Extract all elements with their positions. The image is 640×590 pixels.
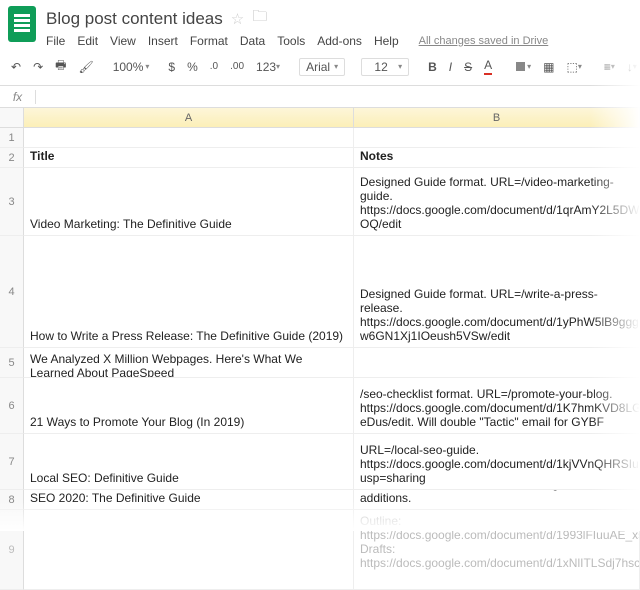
cell[interactable]: We Analyzed X Million Webpages. Here's W… <box>24 348 354 378</box>
italic-button[interactable]: I <box>446 58 455 76</box>
borders-icon[interactable]: ▦ <box>540 58 557 76</box>
valign-icon[interactable]: ↓▾ <box>624 58 640 76</box>
menu-insert[interactable]: Insert <box>148 34 178 48</box>
row-header[interactable]: 5 <box>0 348 24 378</box>
menu-data[interactable]: Data <box>240 34 265 48</box>
row-header[interactable]: 4 <box>0 236 24 348</box>
cell[interactable]: URL=/local-seo-guide. https://docs.googl… <box>354 434 640 490</box>
spreadsheet-grid: A B 1 2 Title Notes 3 Video Marketing: T… <box>0 108 640 590</box>
menu-edit[interactable]: Edit <box>77 34 98 48</box>
menu-format[interactable]: Format <box>190 34 228 48</box>
menubar: File Edit View Insert Format Data Tools … <box>46 34 632 48</box>
menu-view[interactable]: View <box>110 34 136 48</box>
halign-icon[interactable]: ≡▾ <box>601 58 618 76</box>
cell[interactable] <box>24 510 354 590</box>
row-header[interactable]: 3 <box>0 168 24 236</box>
zoom-select[interactable]: 100%▾ <box>113 60 150 74</box>
select-all-corner[interactable] <box>0 108 24 128</box>
fill-color-icon[interactable]: ▾ <box>511 58 534 75</box>
row-header[interactable]: 8 <box>0 490 24 510</box>
font-select[interactable]: Arial▾ <box>299 58 345 76</box>
cell[interactable]: Designed Guide format. URL=/video-market… <box>354 168 640 236</box>
doc-title[interactable]: Blog post content ideas <box>46 9 223 29</box>
number-format-button[interactable]: 123▾ <box>253 58 283 76</box>
formula-bar: fx <box>0 86 640 108</box>
strikethrough-button[interactable]: S <box>461 58 475 76</box>
text-color-button[interactable]: A <box>481 56 495 77</box>
column-header-a[interactable]: A <box>24 108 354 128</box>
fx-label: fx <box>0 90 36 104</box>
cell[interactable]: SEO 2020: The Definitive Guide <box>24 490 354 510</box>
merge-icon[interactable]: ⬚▾ <box>564 58 585 76</box>
menu-tools[interactable]: Tools <box>277 34 305 48</box>
cell[interactable] <box>24 128 354 148</box>
cell[interactable]: Outline: https://docs.google.com/documen… <box>354 510 640 590</box>
cell[interactable] <box>354 348 640 378</box>
cell[interactable]: 21 Ways to Promote Your Blog (In 2019) <box>24 378 354 434</box>
save-status: All changes saved in Drive <box>419 35 549 47</box>
row-header[interactable]: 6 <box>0 378 24 434</box>
font-size-select[interactable]: 12▾ <box>361 58 409 76</box>
row-header[interactable]: 9 <box>0 510 24 590</box>
currency-button[interactable]: $ <box>165 58 178 76</box>
row-header[interactable]: 1 <box>0 128 24 148</box>
cell[interactable]: Relaunch. See notes below on changes + a… <box>354 490 640 510</box>
row-header[interactable]: 2 <box>0 148 24 168</box>
cell[interactable]: Notes <box>354 148 640 168</box>
cell[interactable]: /seo-checklist format. URL=/promote-your… <box>354 378 640 434</box>
cell[interactable]: Local SEO: Definitive Guide <box>24 434 354 490</box>
menu-addons[interactable]: Add-ons <box>317 34 362 48</box>
star-icon[interactable]: ☆ <box>231 10 244 28</box>
undo-icon[interactable]: ↶ <box>8 58 24 76</box>
percent-button[interactable]: % <box>184 58 201 76</box>
menu-file[interactable]: File <box>46 34 65 48</box>
increase-decimal-button[interactable]: .00 <box>227 59 247 74</box>
redo-icon[interactable]: ↷ <box>30 58 46 76</box>
cell[interactable]: Designed Guide format. URL=/write-a-pres… <box>354 236 640 348</box>
print-icon[interactable]: 🖶 <box>52 54 69 79</box>
menu-help[interactable]: Help <box>374 34 399 48</box>
cell[interactable]: Video Marketing: The Definitive Guide <box>24 168 354 236</box>
cell[interactable] <box>354 128 640 148</box>
sheets-logo <box>8 6 36 42</box>
paint-format-icon[interactable]: 🖌 <box>75 58 96 76</box>
row-header[interactable]: 7 <box>0 434 24 490</box>
cell[interactable]: How to Write a Press Release: The Defini… <box>24 236 354 348</box>
decrease-decimal-button[interactable]: .0 <box>207 59 221 74</box>
column-header-b[interactable]: B <box>354 108 640 128</box>
toolbar: ↶ ↷ 🖶 🖌 100%▾ $ % .0 .00 123▾ Arial▾ 12▾… <box>0 48 640 86</box>
cell[interactable]: Title <box>24 148 354 168</box>
folder-icon[interactable]: 🗀 <box>252 6 267 31</box>
bold-button[interactable]: B <box>425 58 440 76</box>
